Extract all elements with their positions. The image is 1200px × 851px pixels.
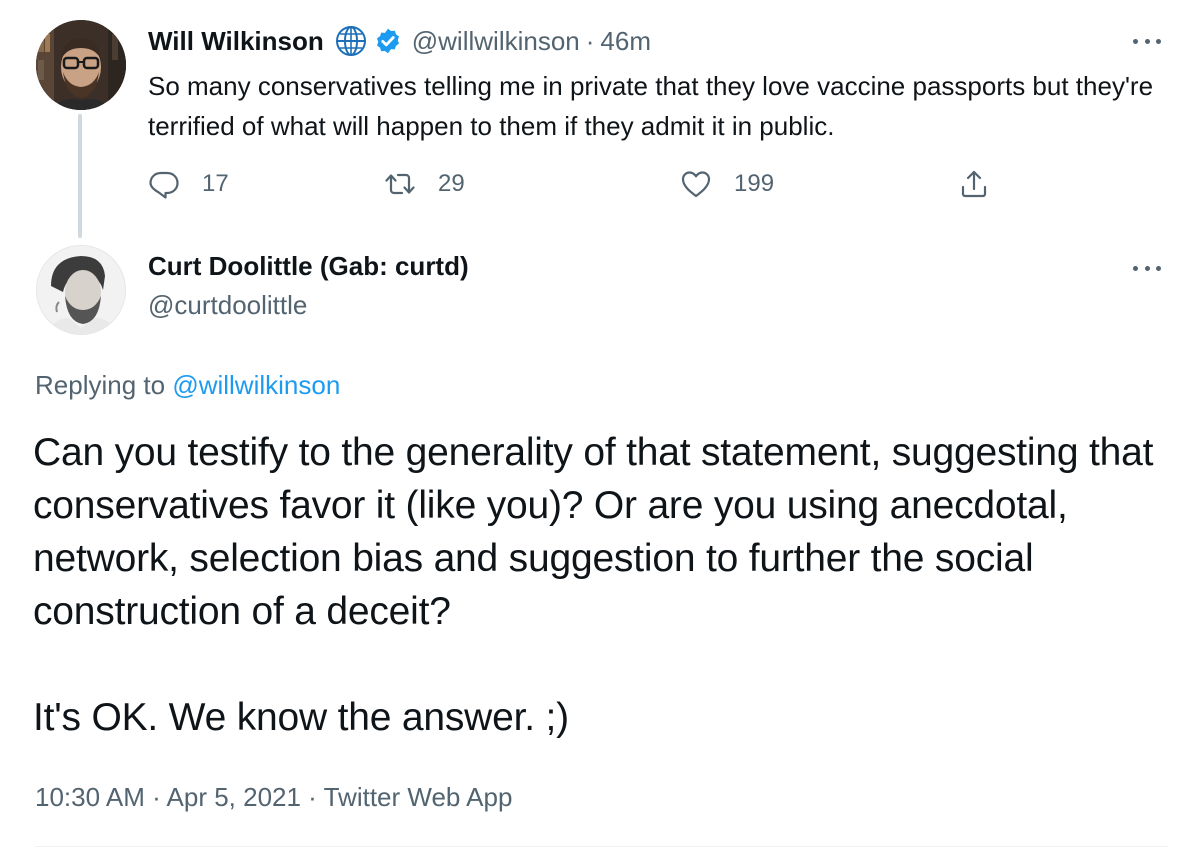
avatar-photo bbox=[36, 20, 126, 110]
share-button[interactable] bbox=[958, 164, 1012, 204]
parent-tweet-text: So many conservatives telling me in priv… bbox=[148, 71, 1154, 141]
parent-tweet-time[interactable]: 46m bbox=[600, 26, 651, 57]
tweet-paragraph: It's OK. We know the answer. ;) bbox=[33, 696, 569, 739]
parent-author-handle[interactable]: @willwilkinson bbox=[412, 26, 580, 57]
tweet-timestamp-source[interactable]: 10:30 AM · Apr 5, 2021 · Twitter Web App bbox=[35, 782, 512, 813]
reply-count: 17 bbox=[202, 170, 229, 197]
more-icon-dot bbox=[1156, 265, 1161, 271]
like-count: 199 bbox=[734, 170, 775, 197]
replying-to-prefix: Replying to bbox=[35, 370, 166, 400]
reply-button[interactable]: 17 bbox=[148, 164, 229, 204]
reply-icon bbox=[149, 171, 179, 199]
globe-icon bbox=[335, 26, 366, 56]
main-author-handle[interactable]: @curtdoolittle bbox=[148, 290, 307, 321]
parent-author-avatar[interactable] bbox=[36, 20, 126, 110]
retweet-icon bbox=[385, 173, 415, 195]
parent-tweet-header: Will Wilkinson @willwilkinson · 46m bbox=[148, 22, 651, 60]
more-icon-dot bbox=[1133, 265, 1138, 271]
replying-to-line: Replying to @willwilkinson bbox=[35, 370, 340, 401]
more-icon-dot bbox=[1144, 38, 1150, 44]
heart-icon bbox=[681, 171, 711, 198]
main-author-avatar[interactable] bbox=[36, 245, 126, 335]
share-icon bbox=[961, 170, 987, 198]
main-author-name[interactable]: Curt Doolittle (Gab: curtd) bbox=[148, 251, 469, 282]
parent-tweet-actions: 17 29 199 bbox=[148, 164, 1008, 204]
main-tweet-text: Can you testify to the generality of tha… bbox=[33, 426, 1173, 744]
retweet-count: 29 bbox=[438, 170, 465, 197]
more-icon-dot bbox=[1156, 38, 1161, 44]
avatar-photo bbox=[37, 246, 125, 334]
tweet-paragraph: Can you testify to the generality of tha… bbox=[33, 431, 1154, 633]
main-more-options-button[interactable] bbox=[1133, 253, 1161, 283]
more-icon-dot bbox=[1144, 265, 1150, 271]
thread-connector-line bbox=[78, 114, 82, 238]
replying-to-link[interactable]: @willwilkinson bbox=[172, 370, 340, 400]
header-separator: · bbox=[585, 25, 595, 56]
like-button[interactable]: 199 bbox=[680, 164, 774, 204]
divider bbox=[35, 846, 1168, 847]
parent-tweet[interactable]: Will Wilkinson @willwilkinson · 46m So m… bbox=[0, 0, 1200, 240]
retweet-button[interactable]: 29 bbox=[384, 164, 465, 204]
verified-badge-icon bbox=[376, 28, 399, 54]
parent-author-name[interactable]: Will Wilkinson bbox=[148, 26, 324, 57]
more-icon-dot bbox=[1133, 38, 1138, 44]
parent-more-options-button[interactable] bbox=[1133, 26, 1161, 56]
